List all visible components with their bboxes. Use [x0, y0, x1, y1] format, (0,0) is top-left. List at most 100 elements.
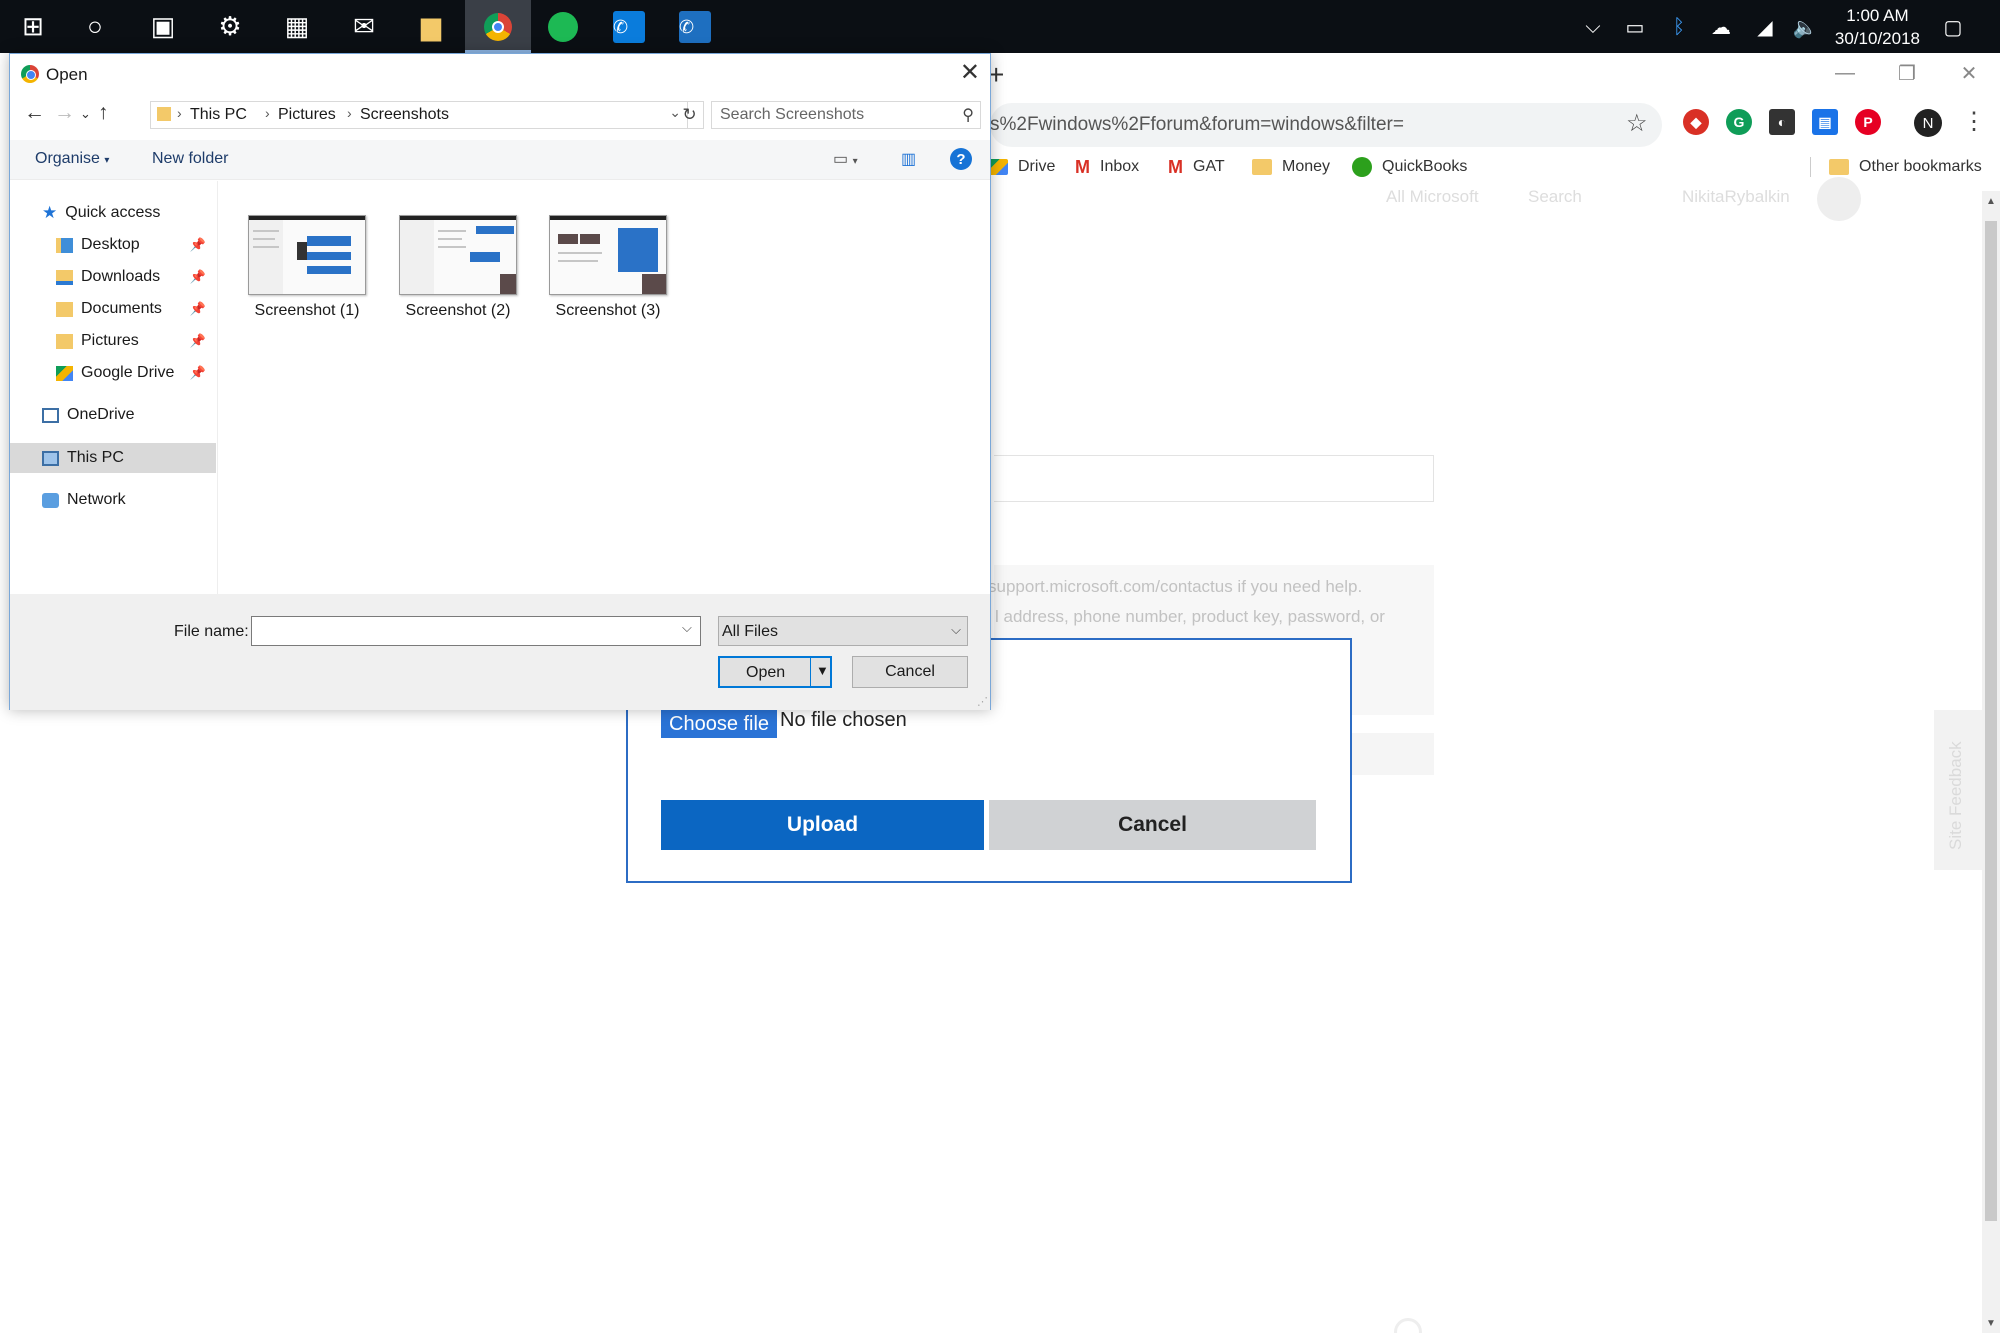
forward-arrow-icon[interactable]: →	[54, 101, 75, 125]
profile-avatar[interactable]: N	[1914, 109, 1942, 137]
file-item[interactable]: Screenshot (3)	[535, 215, 671, 325]
new-folder-button[interactable]: New folder	[152, 150, 228, 168]
calendar-extension-icon[interactable]: ▤	[1812, 109, 1838, 135]
search-input[interactable]	[712, 102, 948, 128]
scroll-thumb[interactable]	[1985, 221, 1997, 1221]
file-item[interactable]: Screenshot (2)	[385, 215, 521, 325]
pinterest-extension-icon[interactable]: P	[1855, 109, 1881, 135]
nav-all-microsoft[interactable]: All Microsoft	[1386, 187, 1479, 207]
bookmark-label: QuickBooks	[1382, 158, 1468, 175]
nav-user-name[interactable]: NikitaRybalkin	[1682, 187, 1790, 207]
folder-icon	[157, 107, 171, 121]
cortana-icon[interactable]: ○	[62, 0, 128, 53]
scroll-up-icon[interactable]: ▲	[1982, 191, 2000, 211]
nav-downloads[interactable]: Downloads 📌	[10, 262, 218, 292]
chevron-right-icon: ›	[265, 105, 270, 121]
ublock-extension-icon[interactable]: ◆	[1683, 109, 1709, 135]
bookmark-gat[interactable]: M GAT	[1168, 153, 1225, 181]
folder-address-bar[interactable]: › This PC › Pictures › Screenshots ⌄	[150, 101, 688, 129]
upload-cancel-button[interactable]: Cancel	[989, 800, 1316, 850]
messenger-icon[interactable]: ✆	[596, 0, 662, 53]
close-window-icon[interactable]: ✕	[1938, 53, 2000, 93]
file-item[interactable]: Screenshot (1)	[234, 215, 370, 325]
star-icon: ★	[42, 203, 58, 222]
refresh-icon[interactable]: ↻	[676, 101, 704, 129]
nav-search[interactable]: Search	[1528, 187, 1582, 207]
help-icon[interactable]: ?	[950, 148, 972, 170]
whatsapp-icon[interactable]: ✆	[662, 0, 728, 53]
more-menu-icon[interactable]: ⋮	[1962, 107, 1986, 136]
battery-icon[interactable]: ▭	[1622, 14, 1648, 40]
choose-file-button[interactable]: Choose file	[661, 710, 778, 738]
bluetooth-icon[interactable]: ᛒ	[1666, 14, 1692, 40]
calendar-icon[interactable]: ▦	[264, 0, 330, 53]
open-options-arrow-icon[interactable]: ▼	[816, 663, 829, 678]
drive-icon	[988, 159, 1008, 175]
file-name-dropdown-icon[interactable]: ⌵	[682, 620, 692, 636]
nav-onedrive[interactable]: OneDrive	[10, 400, 218, 430]
nav-label: Documents	[81, 300, 162, 317]
organise-menu[interactable]: Organise ▾	[35, 150, 109, 168]
clock[interactable]: 1:00 AM 30/10/2018	[1835, 4, 1920, 50]
recent-locations-icon[interactable]: ⌄	[80, 106, 91, 122]
file-name-label: Screenshot (2)	[405, 302, 511, 319]
other-bookmarks[interactable]: Other bookmarks	[1829, 153, 1982, 181]
preview-pane-icon[interactable]: ▥	[901, 149, 916, 169]
cloud-upload-icon[interactable]: ☁	[1708, 14, 1734, 40]
bookmark-drive[interactable]: Drive	[988, 153, 1055, 181]
windows-start-icon[interactable]: ⊞	[0, 0, 66, 53]
user-avatar[interactable]	[1817, 177, 1861, 221]
site-feedback-tab[interactable]: Site Feedback	[1934, 710, 1982, 870]
grammarly-badge-icon[interactable]	[1394, 1318, 1422, 1333]
nav-this-pc[interactable]: This PC	[10, 443, 216, 473]
back-arrow-icon[interactable]: ←	[24, 101, 45, 125]
change-view-icon[interactable]: ▭ ▾	[833, 149, 858, 169]
breadcrumb-pictures[interactable]: Pictures	[278, 106, 336, 124]
file-thumbnail	[248, 215, 366, 295]
spotify-icon[interactable]	[530, 0, 596, 53]
nav-google-drive[interactable]: Google Drive 📌	[10, 358, 218, 388]
nav-pictures[interactable]: Pictures 📌	[10, 326, 218, 356]
breadcrumb-screenshots[interactable]: Screenshots	[360, 106, 449, 124]
documents-folder-icon	[56, 301, 73, 317]
minimize-icon[interactable]: —	[1814, 53, 1876, 93]
grammarly-extension-icon[interactable]: G	[1726, 109, 1752, 135]
settings-icon[interactable]: ⚙	[197, 0, 263, 53]
wifi-icon[interactable]: ◢	[1752, 14, 1778, 40]
bookmark-star-icon[interactable]: ☆	[1626, 109, 1648, 138]
search-icon[interactable]: ⚲	[962, 105, 974, 125]
open-button[interactable]: Open ▼	[718, 656, 832, 688]
nav-desktop[interactable]: Desktop 📌	[10, 230, 218, 260]
bookmark-inbox[interactable]: M Inbox	[1075, 153, 1139, 181]
up-arrow-icon[interactable]: ↑	[98, 101, 109, 125]
mail-icon[interactable]: ✉	[331, 0, 397, 53]
scroll-down-icon[interactable]: ▼	[1982, 1313, 2000, 1333]
file-name-input[interactable]	[251, 616, 701, 646]
chrome-icon[interactable]	[465, 0, 531, 53]
nav-network[interactable]: Network	[10, 485, 218, 515]
volume-icon[interactable]: 🔈	[1792, 14, 1818, 40]
pin-icon: 📌	[189, 301, 206, 316]
downloads-folder-icon	[56, 269, 73, 285]
bookmark-label: Drive	[1018, 158, 1056, 175]
file-explorer-icon[interactable]: ▆	[398, 0, 464, 53]
keep-extension-icon[interactable]: ◐	[1769, 109, 1795, 135]
bookmark-quickbooks[interactable]: QuickBooks	[1352, 153, 1467, 181]
chevron-up-icon[interactable]: ⌵	[1580, 14, 1606, 40]
page-scrollbar[interactable]: ▲ ▼	[1982, 191, 2000, 1333]
address-bar[interactable]: s%2Fwindows%2Fforum&forum=windows&filter…	[990, 103, 1662, 147]
bookmark-money[interactable]: Money	[1252, 153, 1330, 181]
store-icon[interactable]: ▣	[130, 0, 196, 53]
nav-quick-access[interactable]: ★ Quick access	[10, 198, 218, 228]
breadcrumb-this-pc[interactable]: This PC	[190, 106, 247, 124]
window-controls: — ❐ ✕	[1814, 53, 2000, 93]
nav-documents[interactable]: Documents 📌	[10, 294, 218, 324]
file-type-select[interactable]: All Files ⌵	[718, 616, 968, 646]
gmail-icon: M	[1168, 156, 1183, 177]
resize-grip-icon[interactable]: ⋰	[977, 695, 988, 708]
upload-button[interactable]: Upload	[661, 800, 984, 850]
cancel-button[interactable]: Cancel	[852, 656, 968, 688]
restore-icon[interactable]: ❐	[1876, 53, 1938, 93]
notification-center-icon[interactable]: ▢	[1940, 14, 1966, 40]
close-icon[interactable]: ✕	[960, 58, 980, 87]
